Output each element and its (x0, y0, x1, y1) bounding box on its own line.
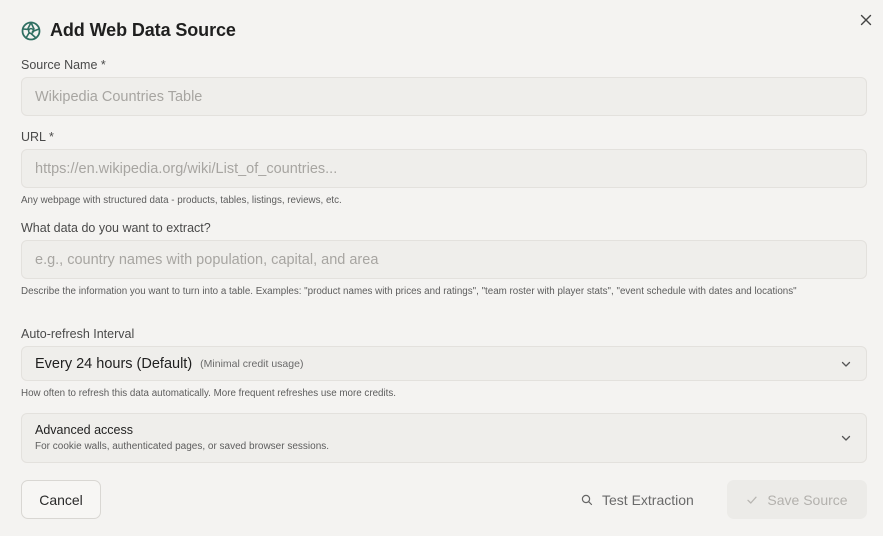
save-source-button[interactable]: Save Source (727, 480, 867, 519)
url-input[interactable]: https://en.wikipedia.org/wiki/List_of_co… (21, 149, 867, 188)
chevron-down-icon (840, 358, 852, 370)
refresh-interval-select[interactable]: Every 24 hours (Default) (Minimal credit… (21, 346, 867, 381)
add-web-data-source-dialog: Add Web Data Source Source Name * Wikipe… (0, 0, 883, 536)
close-icon (858, 12, 874, 28)
advanced-access-toggle[interactable]: Advanced access For cookie walls, authen… (21, 413, 867, 463)
advanced-access-title: Advanced access (35, 423, 133, 437)
url-placeholder: https://en.wikipedia.org/wiki/List_of_co… (35, 160, 338, 177)
dialog-title: Add Web Data Source (50, 20, 236, 40)
cancel-button-label: Cancel (39, 491, 83, 508)
source-name-placeholder: Wikipedia Countries Table (35, 88, 203, 105)
source-name-label: Source Name * (21, 58, 106, 72)
search-icon (581, 494, 593, 506)
save-source-label: Save Source (767, 491, 848, 508)
refresh-selected-value: Every 24 hours (Default) (35, 355, 193, 372)
chevron-down-icon (840, 432, 852, 444)
url-label: URL * (21, 130, 54, 144)
advanced-access-subtitle: For cookie walls, authenticated pages, o… (35, 441, 330, 452)
aperture-logo-icon (21, 21, 41, 41)
dialog-header: Add Web Data Source (21, 20, 236, 41)
close-button[interactable] (858, 12, 874, 28)
test-extraction-label: Test Extraction (602, 491, 694, 508)
refresh-label: Auto-refresh Interval (21, 327, 135, 341)
extract-hint: Describe the information you want to tur… (21, 286, 797, 297)
refresh-selected-note: (Minimal credit usage) (200, 357, 304, 370)
refresh-hint: How often to refresh this data automatic… (21, 388, 396, 399)
check-icon (746, 494, 758, 506)
extract-placeholder: e.g., country names with population, cap… (35, 251, 379, 268)
source-name-input[interactable]: Wikipedia Countries Table (21, 77, 867, 116)
extract-label: What data do you want to extract? (21, 221, 211, 235)
cancel-button[interactable]: Cancel (21, 480, 101, 519)
extract-input[interactable]: e.g., country names with population, cap… (21, 240, 867, 279)
url-hint: Any webpage with structured data - produ… (21, 195, 342, 206)
test-extraction-button[interactable]: Test Extraction (571, 480, 704, 519)
